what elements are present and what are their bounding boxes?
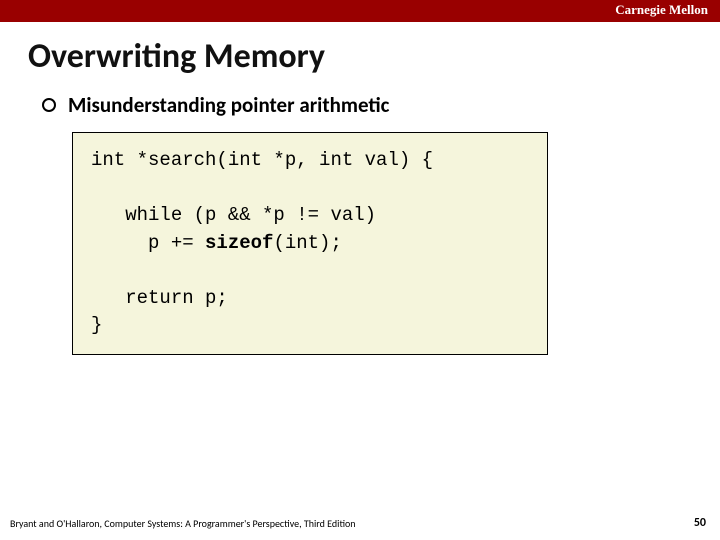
code-line: return p; [91,287,228,309]
header-bar: Carnegie Mellon [0,0,720,22]
code-line: } [91,314,102,336]
code-keyword: sizeof [205,232,273,254]
bullet-item: Misunderstanding pointer arithmetic [42,92,389,118]
code-content: int *search(int *p, int val) { while (p … [91,147,529,340]
brand-label: Carnegie Mellon [615,2,708,18]
slide: Carnegie Mellon Overwriting Memory Misun… [0,0,720,540]
code-line: int *search(int *p, int val) { [91,149,433,171]
code-line: p += [91,232,205,254]
code-line: (int); [273,232,341,254]
bullet-icon [42,98,56,112]
page-number: 50 [694,516,706,530]
footer-citation: Bryant and O'Hallaron, Computer Systems:… [10,517,356,530]
bullet-text: Misunderstanding pointer arithmetic [68,92,389,118]
code-line: while (p && *p != val) [91,204,376,226]
code-block: int *search(int *p, int val) { while (p … [72,132,548,355]
slide-title: Overwriting Memory [28,36,325,77]
